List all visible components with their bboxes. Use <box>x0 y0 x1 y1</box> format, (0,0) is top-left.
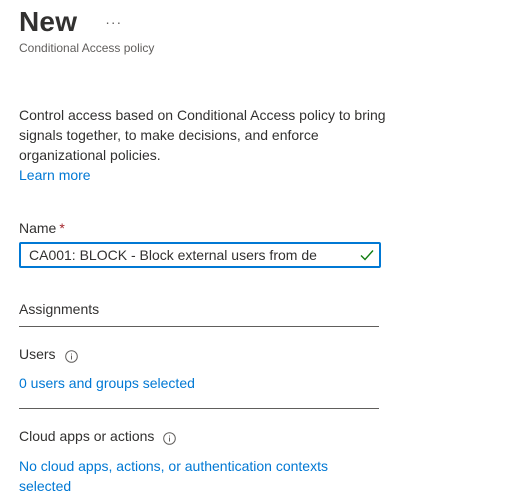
users-label: Users <box>19 346 56 362</box>
divider <box>19 408 379 409</box>
info-icon[interactable] <box>64 348 78 363</box>
learn-more-link[interactable]: Learn more <box>19 165 389 185</box>
cloud-apps-label: Cloud apps or actions <box>19 428 155 444</box>
page-title: New <box>19 6 78 37</box>
cloud-apps-selection-link[interactable]: No cloud apps, actions, or authenticatio… <box>19 456 349 496</box>
required-marker: * <box>59 220 65 236</box>
info-icon[interactable] <box>163 430 177 445</box>
policy-name-input[interactable] <box>21 244 369 266</box>
name-field-label: Name * <box>19 218 65 238</box>
check-icon <box>359 247 375 263</box>
assignments-heading: Assignments <box>19 301 100 317</box>
title-row: New ··· <box>19 2 499 42</box>
divider <box>19 326 379 327</box>
users-row-label: Users <box>19 344 78 364</box>
page-subtitle: Conditional Access policy <box>19 41 155 55</box>
page-header: New ··· Conditional Access policy <box>19 2 499 56</box>
name-label-text: Name <box>19 220 57 236</box>
users-selection-link[interactable]: 0 users and groups selected <box>19 373 195 393</box>
policy-description: Control access based on Conditional Acce… <box>19 105 389 185</box>
name-input-container[interactable] <box>19 242 381 268</box>
description-text: Control access based on Conditional Acce… <box>19 107 386 163</box>
cloud-apps-row-label: Cloud apps or actions <box>19 426 177 446</box>
more-options-button[interactable]: ··· <box>105 2 122 42</box>
